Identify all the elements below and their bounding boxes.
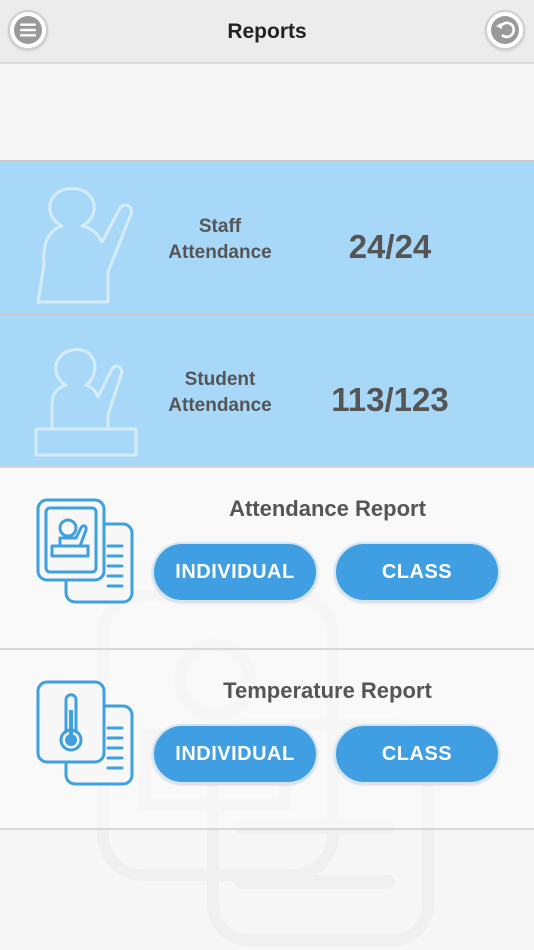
student-label-line2: Attendance (168, 395, 272, 416)
staff-person-icon (36, 187, 134, 304)
attendance-report-tile: Attendance Report INDIVIDUAL CLASS (0, 466, 534, 648)
student-attendance-label: Student Attendance (150, 367, 290, 419)
staff-label-line2: Attendance (168, 242, 272, 263)
attendance-report-icon (36, 498, 134, 604)
temperature-individual-button[interactable]: INDIVIDUAL (152, 724, 318, 784)
staff-attendance-count: 24/24 (348, 228, 432, 265)
student-at-desk-icon (34, 348, 138, 457)
attendance-individual-button[interactable]: INDIVIDUAL (152, 542, 318, 602)
staff-attendance-label: Staff Attendance (150, 214, 290, 266)
student-label-line1: Student (184, 369, 256, 390)
attendance-class-button[interactable]: CLASS (334, 542, 500, 602)
staff-attendance-tile[interactable]: Staff Attendance 24/24 (0, 160, 534, 313)
temperature-report-icon (36, 680, 134, 786)
top-bar: Reports (0, 0, 534, 64)
student-attendance-count: 113/123 (331, 381, 449, 418)
temperature-report-title: Temperature Report (223, 678, 432, 703)
page-title: Reports (227, 20, 307, 43)
temperature-report-tile: Temperature Report INDIVIDUAL CLASS (0, 648, 534, 830)
temperature-class-button[interactable]: CLASS (334, 724, 500, 784)
staff-label-line1: Staff (198, 216, 242, 237)
back-button[interactable] (485, 10, 525, 50)
student-attendance-tile[interactable]: Student Attendance 113/123 (0, 313, 534, 466)
undo-back-icon (491, 16, 519, 44)
attendance-report-title: Attendance Report (229, 496, 426, 521)
